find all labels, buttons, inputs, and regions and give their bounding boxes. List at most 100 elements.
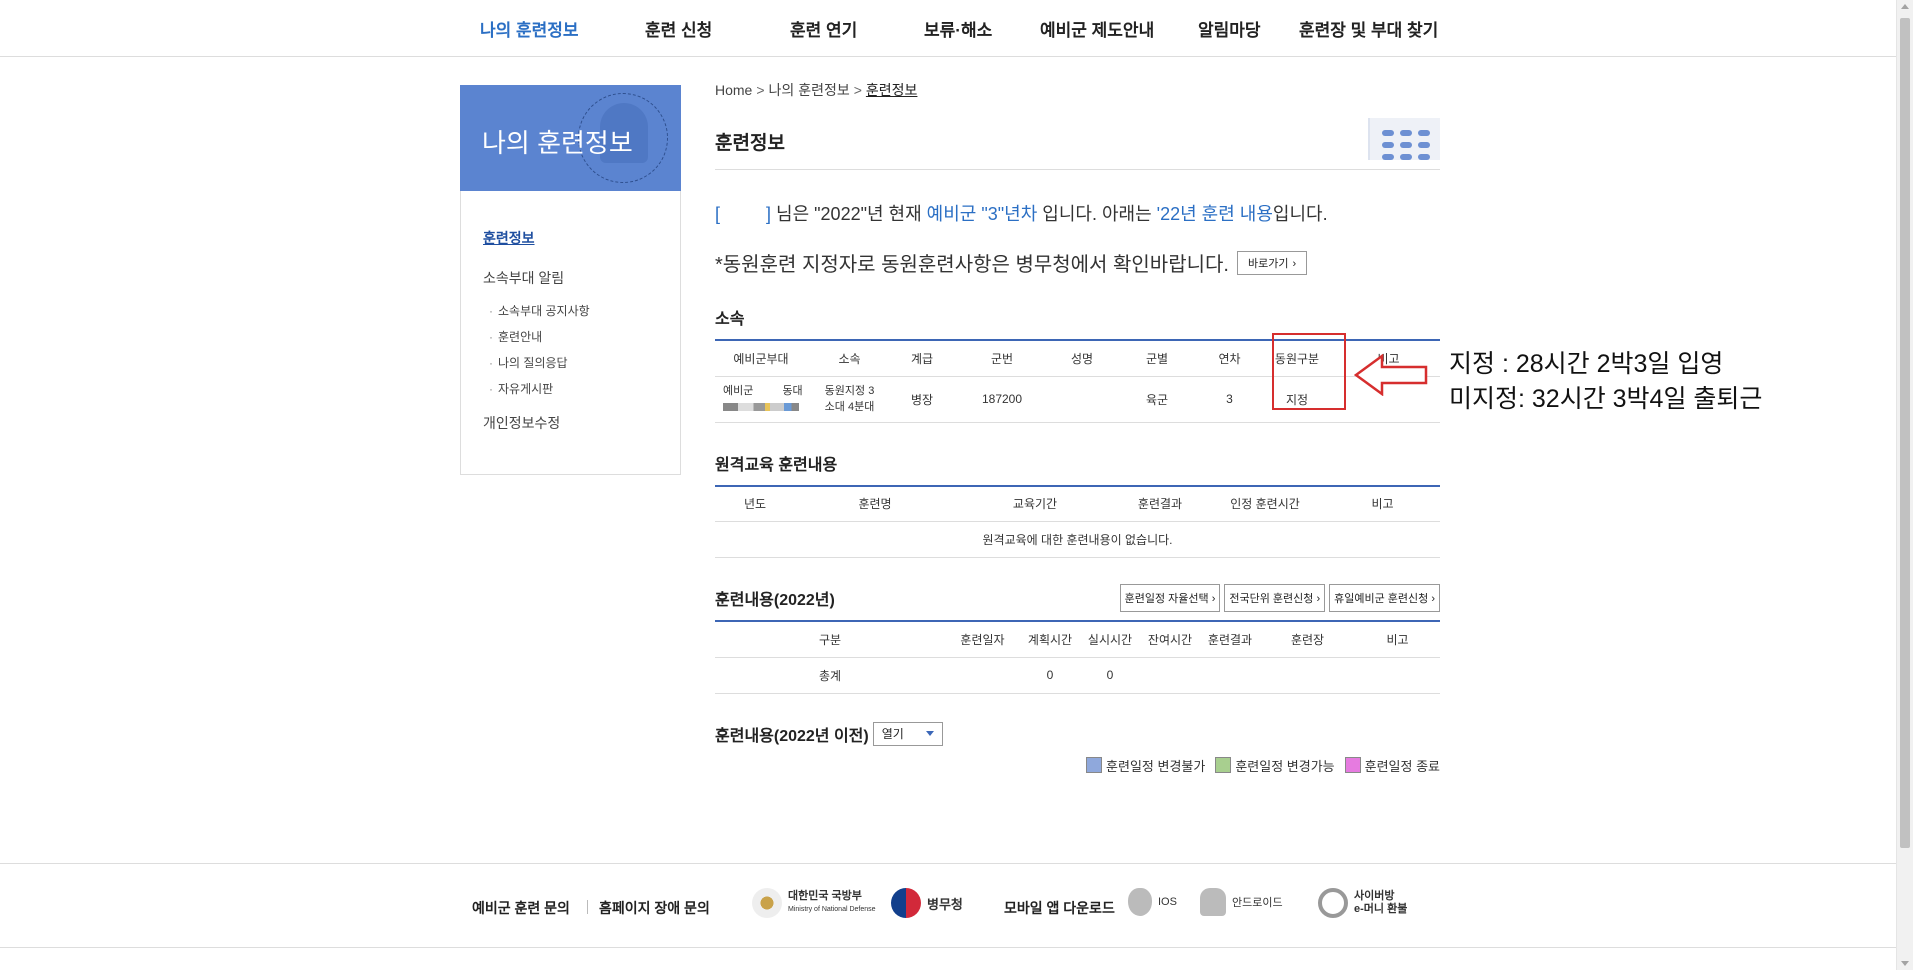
footer-site-error-inquiry[interactable]: 홈페이지 장애 문의 <box>599 898 710 918</box>
table-row: 원격교육에 대한 훈련내용이 없습니다. <box>715 521 1440 558</box>
breadcrumb: Home > 나의 훈련정보 > 훈련정보 <box>715 80 1440 100</box>
empty-message: 원격교육에 대한 훈련내용이 없습니다. <box>715 521 1440 558</box>
cell-place <box>1260 657 1355 694</box>
redacted-unit <box>723 403 799 412</box>
old-training-title: 훈련내용(2022년 이전) <box>715 727 869 745</box>
cell-year: 3 <box>1202 376 1257 423</box>
gnb-training-apply[interactable]: 훈련 신청 <box>645 16 712 41</box>
mma-logo[interactable]: 병무청 <box>891 888 963 918</box>
legend-label: 훈련일정 변경불가 <box>1106 758 1206 774</box>
apple-icon <box>1128 888 1152 916</box>
mma-logo-text: 병무청 <box>927 896 963 912</box>
mnd-logo-ko: 대한민국 국방부 <box>788 890 862 902</box>
column-header: 훈련장 <box>1260 621 1355 658</box>
mnd-logo-en: Ministry of National Defense <box>788 906 876 913</box>
side-nav-menu: 훈련정보 소속부대 알림 소속부대 공지사항 훈련안내 나의 질의응답 자유게시… <box>483 228 590 453</box>
ios-download[interactable]: IOS <box>1128 888 1177 916</box>
calendar-icon <box>1368 118 1440 160</box>
side-nav-free-board[interactable]: 자유게시판 <box>489 380 590 397</box>
vertical-scrollbar[interactable] <box>1896 0 1913 970</box>
cyber-line1: 사이버방 <box>1354 890 1395 902</box>
gnb-find-unit[interactable]: 훈련장 및 부대 찾기 <box>1299 16 1438 41</box>
cell-unit-line1: 예비군 <box>723 385 754 397</box>
android-download[interactable]: 안드로이드 <box>1200 888 1283 916</box>
breadcrumb-current[interactable]: 훈련정보 <box>866 82 918 98</box>
gnb-notice-board[interactable]: 알림마당 <box>1198 16 1261 41</box>
cell-result <box>1200 657 1260 694</box>
cell-date <box>945 657 1020 694</box>
cyber-refund-icon <box>1318 888 1348 918</box>
side-nav-unit-announcements[interactable]: 소속부대 공지사항 <box>489 302 590 319</box>
cell-affil-line1: 동원지정 3 <box>824 385 875 397</box>
cell-note <box>1355 657 1440 694</box>
old-training-header: 훈련내용(2022년 이전) 열기 <box>715 721 1440 746</box>
side-nav-my-qna[interactable]: 나의 질의응답 <box>489 354 590 371</box>
side-nav-training-guide[interactable]: 훈련안내 <box>489 328 590 345</box>
scroll-up-icon[interactable] <box>1901 4 1909 9</box>
footer-training-inquiry[interactable]: 예비군 훈련 문의 <box>472 898 570 918</box>
page-title-row: 훈련정보 <box>715 118 1440 170</box>
intro-part2: 입니다. 아래는 <box>1037 204 1157 224</box>
remote-table: 년도 훈련명 교육기간 훈련결과 인정 훈련시간 비고 원격교육에 대한 훈련내… <box>715 484 1440 558</box>
side-nav: 나의 훈련정보 훈련정보 소속부대 알림 소속부대 공지사항 훈련안내 나의 질… <box>460 85 681 475</box>
affiliation-title: 소속 <box>715 311 745 328</box>
column-header: 교육기간 <box>955 485 1115 522</box>
legend-item-fixed: 훈련일정 변경불가 <box>1086 756 1205 775</box>
breadcrumb-separator-icon: > <box>756 82 765 98</box>
column-header: 실시시간 <box>1080 621 1140 658</box>
select-value: 열기 <box>881 727 904 741</box>
legend-item-ended: 훈련일정 종료 <box>1344 756 1440 775</box>
mnd-logo[interactable]: 대한민국 국방부 Ministry of National Defense <box>752 888 876 918</box>
mobilization-notice: *동원훈련 지정자로 동원훈련사항은 병무청에서 확인바랍니다. 바로가기 › <box>715 248 1440 277</box>
training-buttons: 훈련일정 자율선택 › 전국단위 훈련신청 › 휴일예비군 훈련신청 › <box>1119 584 1440 612</box>
column-header: 년도 <box>715 485 795 522</box>
scroll-down-icon[interactable] <box>1901 961 1909 966</box>
legend-item-changeable: 훈련일정 변경가능 <box>1215 756 1335 775</box>
holiday-apply-button[interactable]: 휴일예비군 훈련신청 › <box>1329 584 1440 612</box>
remote-title: 원격교육 훈련내용 <box>715 456 838 474</box>
cell-rank: 병장 <box>892 376 952 423</box>
legend-swatch <box>1344 757 1361 773</box>
gnb-training-postpone[interactable]: 훈련 연기 <box>790 16 857 41</box>
self-select-schedule-button[interactable]: 훈련일정 자율선택 › <box>1119 584 1221 612</box>
android-label: 안드로이드 <box>1232 897 1283 909</box>
old-training-select[interactable]: 열기 <box>872 721 943 746</box>
column-header: 군별 <box>1112 340 1202 377</box>
side-nav-unit-notice[interactable]: 소속부대 알림 <box>483 268 590 288</box>
cell-total-label: 총계 <box>715 657 945 694</box>
main-content: Home > 나의 훈련정보 > 훈련정보 훈련정보 [] 님은 "2022"년 현재 … <box>715 80 1440 775</box>
side-nav-submenu: 소속부대 공지사항 훈련안내 나의 질의응답 자유게시판 <box>489 302 590 397</box>
breadcrumb-level1[interactable]: 나의 훈련정보 <box>769 82 850 98</box>
global-nav: 나의 훈련정보 훈련 신청 훈련 연기 보류·해소 예비군 제도안내 알림마당 … <box>0 0 1896 57</box>
footer: 예비군 훈련 문의 홈페이지 장애 문의 대한민국 국방부 Ministry of… <box>0 863 1896 948</box>
shortcut-button-label: 바로가기 <box>1247 257 1289 270</box>
column-header: 비고 <box>1355 621 1440 658</box>
annotation-designated: 지정 : 28시간 2박3일 입영 <box>1449 350 1724 378</box>
column-header: 계급 <box>892 340 952 377</box>
intro-reserve-year: 예비군 "3"년차 <box>926 204 1038 224</box>
breadcrumb-home[interactable]: Home <box>715 82 752 98</box>
shortcut-button[interactable]: 바로가기 › <box>1236 250 1308 275</box>
left-arrow-icon <box>1354 354 1428 396</box>
gnb-system-guide[interactable]: 예비군 제도안내 <box>1040 16 1154 41</box>
column-header: 잔여시간 <box>1140 621 1200 658</box>
cell-service-no: 187200 <box>952 376 1052 423</box>
intro-part3: 입니다. <box>1272 204 1328 224</box>
gnb-my-training[interactable]: 나의 훈련정보 <box>480 16 579 41</box>
column-header: 연차 <box>1202 340 1257 377</box>
nationwide-apply-button[interactable]: 전국단위 훈련신청 › <box>1224 584 1326 612</box>
side-nav-profile-edit[interactable]: 개인정보수정 <box>483 413 590 433</box>
side-nav-training-info[interactable]: 훈련정보 <box>483 228 590 248</box>
cyber-refund[interactable]: 사이버방 e-머니 환불 <box>1318 888 1407 918</box>
cell-remaining <box>1140 657 1200 694</box>
column-header: 예비군부대 <box>715 340 807 377</box>
column-header: 계획시간 <box>1020 621 1080 658</box>
column-header: 소속 <box>807 340 892 377</box>
android-icon <box>1200 888 1226 916</box>
gnb-hold-release[interactable]: 보류·해소 <box>924 16 992 41</box>
column-header: 구분 <box>715 621 945 658</box>
column-header: 훈련명 <box>795 485 955 522</box>
scrollbar-thumb[interactable] <box>1900 18 1910 848</box>
mnd-logo-text: 대한민국 국방부 Ministry of National Defense <box>788 890 876 916</box>
column-header: 성명 <box>1052 340 1112 377</box>
